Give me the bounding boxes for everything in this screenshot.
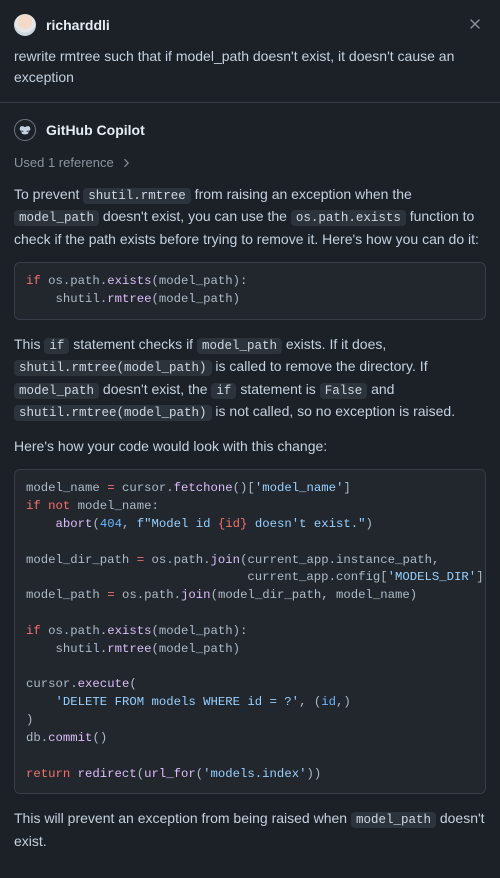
text: This will prevent an exception from bein…	[14, 810, 351, 826]
copilot-icon	[14, 119, 36, 141]
text: is not called, so no exception is raised…	[212, 403, 456, 419]
response-paragraph-2: This if statement checks if model_path e…	[14, 334, 486, 424]
chat-panel: richarddli rewrite rmtree such that if m…	[0, 0, 500, 878]
text: statement checks if	[69, 336, 197, 352]
inline-code: shutil.rmtree(model_path)	[14, 405, 212, 421]
inline-code: shutil.rmtree(model_path)	[14, 360, 212, 376]
assistant-name: GitHub Copilot	[46, 122, 145, 138]
avatar	[14, 14, 36, 36]
user-message-header: richarddli	[14, 14, 486, 36]
close-button[interactable]	[464, 14, 486, 36]
user-prompt: rewrite rmtree such that if model_path d…	[14, 46, 486, 88]
inline-code: if	[44, 338, 69, 354]
divider	[0, 102, 500, 103]
response-paragraph-4: This will prevent an exception from bein…	[14, 808, 486, 852]
text: is called to remove the directory. If	[212, 358, 428, 374]
references-toggle[interactable]: Used 1 reference	[14, 155, 486, 170]
code-content: if os.path.exists(model_path): shutil.rm…	[26, 273, 474, 309]
text: and	[367, 381, 394, 397]
text: doesn't exist, the	[99, 381, 211, 397]
text: doesn't exist, you can use the	[99, 208, 291, 224]
chevron-right-icon	[120, 157, 132, 169]
assistant-header: GitHub Copilot	[14, 119, 486, 141]
text: from raising an exception when the	[191, 186, 412, 202]
response-paragraph-1: To prevent shutil.rmtree from raising an…	[14, 184, 486, 250]
inline-code: model_path	[197, 338, 282, 354]
text: statement is	[236, 381, 319, 397]
inline-code: os.path.exists	[291, 210, 406, 226]
code-content: model_name = cursor.fetchone()['model_na…	[26, 480, 474, 783]
text: This	[14, 336, 44, 352]
inline-code: shutil.rmtree	[83, 188, 191, 204]
text: exists. If it does,	[282, 336, 386, 352]
response-paragraph-3: Here's how your code would look with thi…	[14, 436, 486, 458]
code-block-2[interactable]: model_name = cursor.fetchone()['model_na…	[14, 469, 486, 794]
inline-code: if	[211, 383, 236, 399]
inline-code: model_path	[351, 812, 436, 828]
inline-code: False	[320, 383, 368, 399]
username: richarddli	[46, 17, 454, 33]
references-label: Used 1 reference	[14, 155, 114, 170]
code-block-1[interactable]: if os.path.exists(model_path): shutil.rm…	[14, 262, 486, 320]
close-icon	[468, 17, 482, 34]
inline-code: model_path	[14, 210, 99, 226]
inline-code: model_path	[14, 383, 99, 399]
text: To prevent	[14, 186, 83, 202]
